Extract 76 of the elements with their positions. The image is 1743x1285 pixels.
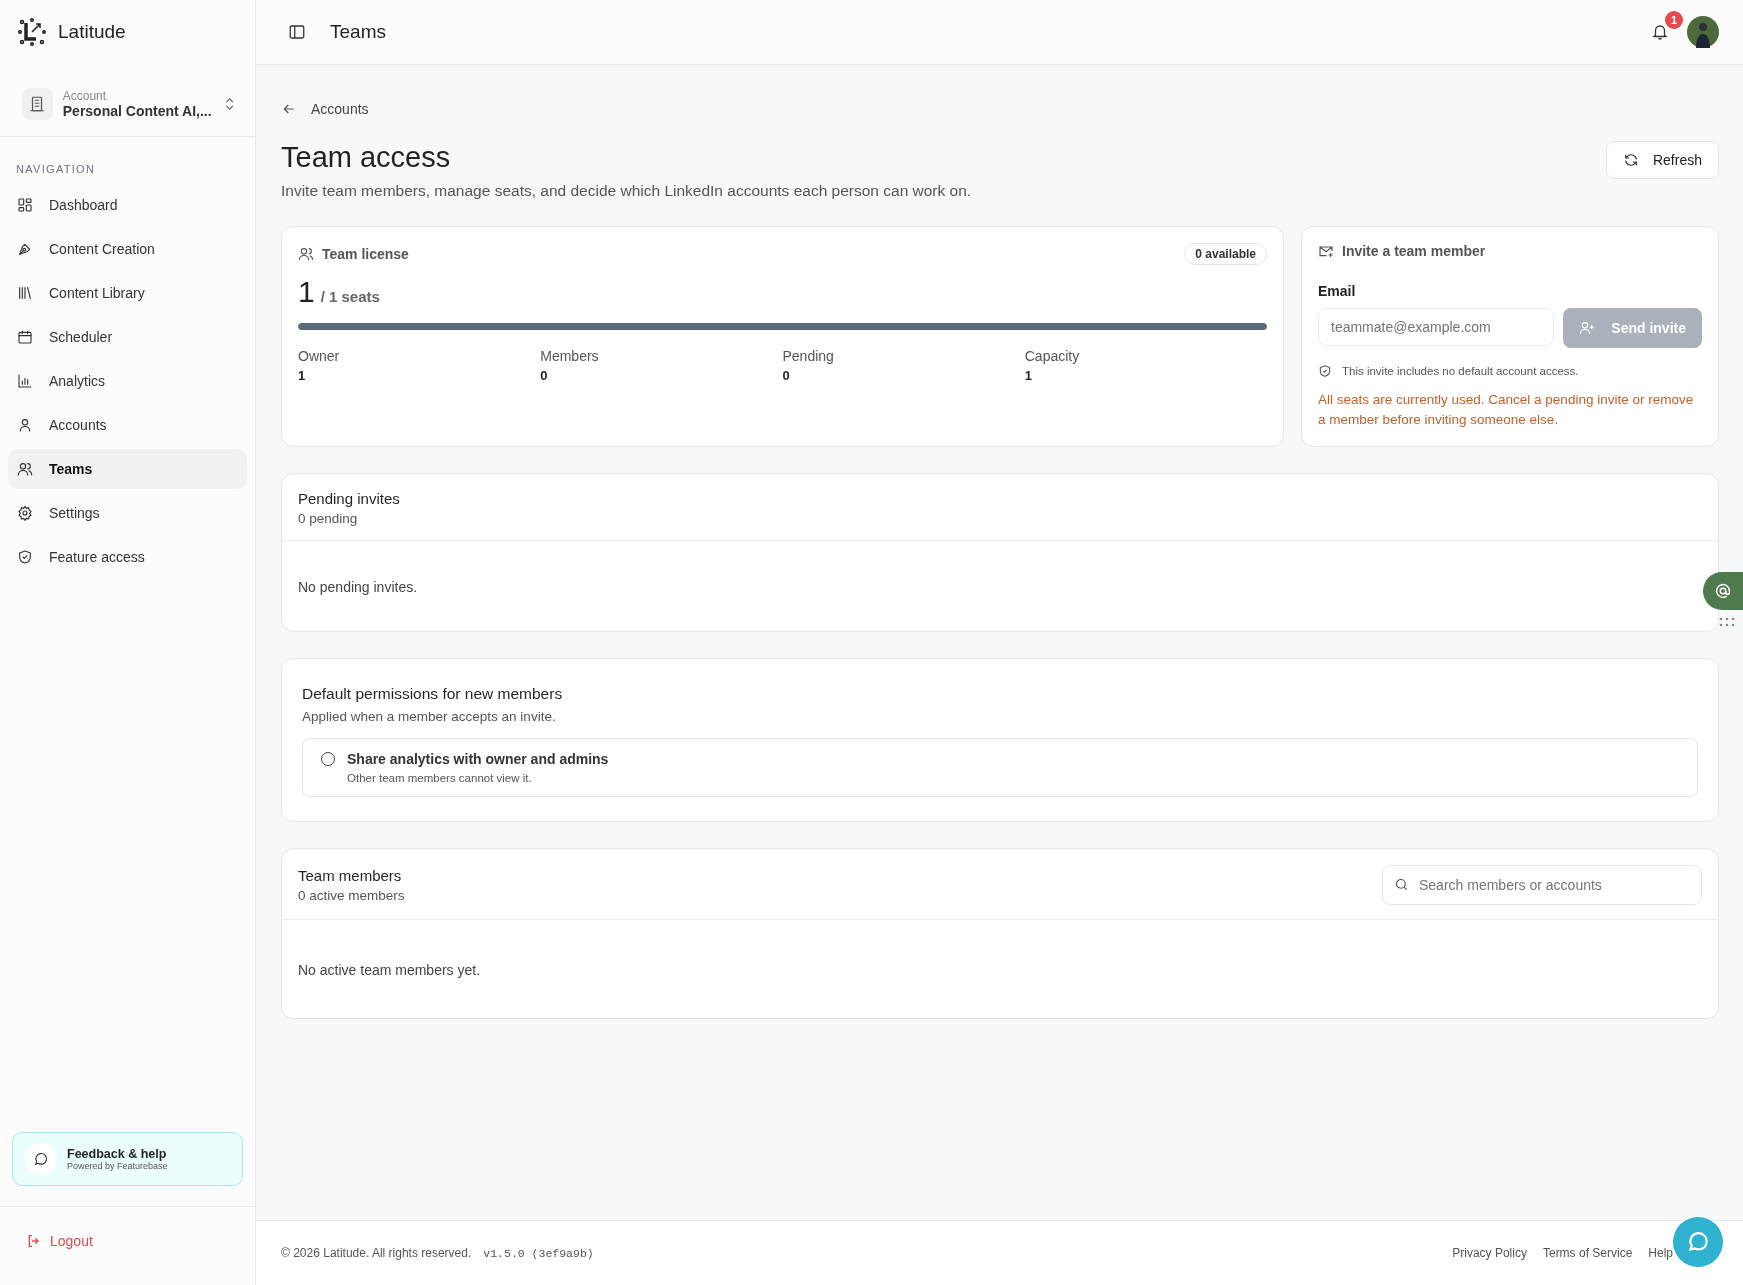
section-title: Pending invites <box>298 490 401 507</box>
nav-item[interactable]: Analytics <box>8 361 247 401</box>
option-hint: Other team members cannot view it. <box>347 772 533 784</box>
users-icon <box>17 461 33 477</box>
search-field[interactable]: Search members or accounts <box>1382 865 1702 905</box>
stat-label: Owner <box>298 348 341 364</box>
seats-total: / 1 seats <box>320 288 380 305</box>
card-title: Invite a team member <box>1342 243 1486 259</box>
nav-item[interactable]: Dashboard <box>8 185 247 225</box>
section-heading: NAVIGATION <box>15 162 97 177</box>
mail-plus-icon <box>1318 243 1334 259</box>
version-label: v1.5.0 (3ef9a9b) <box>483 1246 594 1260</box>
logout-link[interactable]: Logout <box>26 1233 93 1249</box>
search-icon <box>1394 877 1409 892</box>
email-label: Email <box>1318 283 1357 299</box>
calendar-icon <box>17 329 33 345</box>
floating-widget[interactable] <box>1703 572 1743 610</box>
stat-value: 0 <box>782 368 791 383</box>
stat-value: 1 <box>1024 368 1033 383</box>
avatar[interactable] <box>1687 16 1719 48</box>
section-title: Default permissions for new members <box>302 685 564 703</box>
footer-link[interactable]: Privacy Policy <box>1452 1246 1527 1260</box>
refresh-icon <box>1622 152 1639 168</box>
logo-icon <box>18 18 46 46</box>
notification-bell-icon[interactable] <box>1651 23 1669 41</box>
seat-warning: All seats are currently used. Cancel a pending invite or remove a member before inviting someone else. <box>1318 391 1695 429</box>
pen-icon <box>17 241 33 257</box>
nav-item[interactable]: Accounts <box>8 405 247 445</box>
seats-used: 1 <box>298 275 315 309</box>
stat-value: 1 <box>298 368 307 383</box>
footer-link[interactable]: Terms of Service <box>1542 1246 1633 1260</box>
section-count: 0 active members <box>298 888 405 903</box>
bar-chart-icon <box>17 373 33 389</box>
dashboard-icon <box>17 197 33 213</box>
page-subtitle: Invite team members, manage seats, and decide which LinkedIn accounts each person can work on. <box>281 182 972 200</box>
option-label: Share analytics with owner and admins <box>347 751 609 767</box>
nav-item[interactable]: Feature access <box>8 537 247 577</box>
section-subtitle: Applied when a member accepts an invite. <box>302 709 557 724</box>
account-switcher[interactable]: Account Personal Content AI,... <box>0 78 255 137</box>
user-plus-icon <box>1579 320 1596 336</box>
chat-icon <box>33 1151 49 1167</box>
user-icon <box>17 417 33 433</box>
invite-note: This invite includes no default account access. <box>1342 365 1579 377</box>
users-icon <box>298 246 314 262</box>
footer-link[interactable]: Help <box>1648 1246 1673 1260</box>
nav-item[interactable]: Settings <box>8 493 247 533</box>
copyright: © 2026 Latitude. All rights reserved. <box>281 1246 472 1260</box>
nav-item[interactable]: Teams <box>8 449 247 489</box>
notification-badge: 1 <box>1665 11 1683 29</box>
brand-name: Latitude <box>58 21 126 43</box>
nav-item[interactable]: Content Creation <box>8 229 247 269</box>
empty-message: No pending invites. <box>297 578 419 597</box>
stat-label: Members <box>540 348 600 364</box>
empty-message: No active team members yet. <box>297 961 482 980</box>
page-title: Team access <box>281 141 452 174</box>
email-field[interactable]: teammate@example.com <box>1318 308 1555 346</box>
stat-value: 0 <box>540 368 549 383</box>
nav-item[interactable]: Content Library <box>8 273 247 313</box>
nav-item[interactable]: Scheduler <box>8 317 247 357</box>
shield-check-icon <box>1318 364 1332 378</box>
books-icon <box>17 285 33 301</box>
breadcrumb-link[interactable]: Accounts <box>311 101 369 117</box>
shield-icon <box>17 549 33 565</box>
drag-handle-icon[interactable] <box>1719 617 1735 627</box>
permission-option[interactable]: Share analytics with owner and admins Other team members cannot view it. <box>302 738 1698 797</box>
sidebar-toggle-icon[interactable] <box>288 23 306 41</box>
settings-icon <box>17 505 33 521</box>
section-count: 0 pending <box>298 511 359 526</box>
refresh-button[interactable]: Refresh <box>1605 141 1719 179</box>
feedback-card[interactable]: Feedback & help Powered by Featurebase <box>12 1132 243 1186</box>
stat-label: Pending <box>782 348 835 364</box>
card-title: Team license <box>322 246 409 262</box>
page-heading: Teams <box>330 21 386 43</box>
stat-label: Capacity <box>1024 348 1081 364</box>
section-title: Team members <box>298 867 403 884</box>
building-icon <box>28 95 47 113</box>
